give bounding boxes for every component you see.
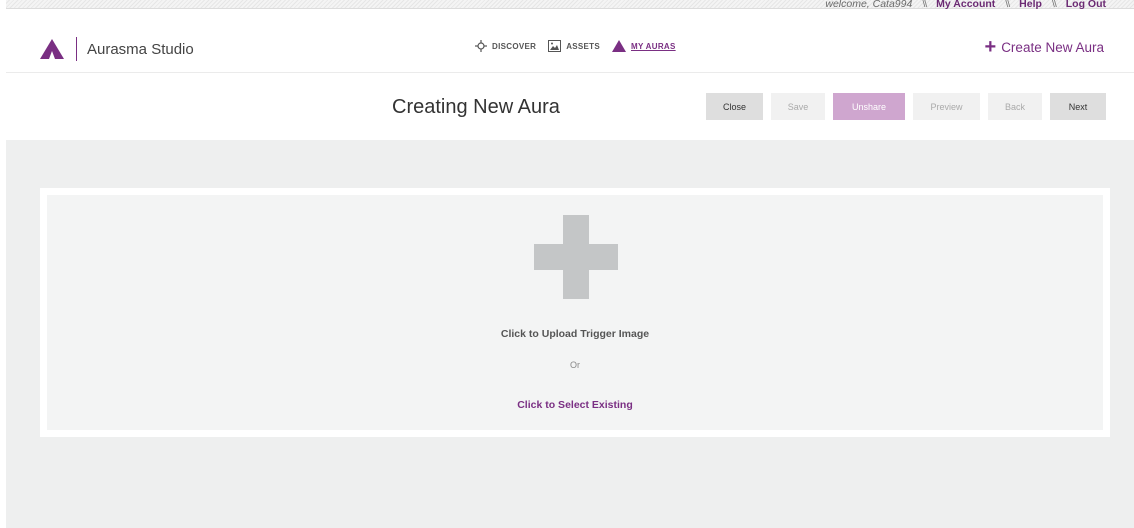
main-nav: DISCOVER ASSETS MY AURAS	[475, 40, 676, 52]
unshare-button[interactable]: Unshare	[833, 93, 905, 120]
brand-name: Aurasma Studio	[87, 40, 194, 58]
nav-assets-label: ASSETS	[566, 41, 600, 51]
logout-link[interactable]: Log Out	[1066, 0, 1106, 10]
plus-icon: +	[984, 36, 997, 58]
close-button[interactable]: Close	[706, 93, 763, 120]
welcome-text: welcome, Cata994	[825, 0, 913, 10]
image-icon	[548, 40, 562, 52]
brand-divider	[76, 37, 77, 61]
upload-frame: Click to Upload Trigger Image Or Click t…	[40, 188, 1110, 437]
page-title: Creating New Aura	[392, 96, 560, 118]
utility-links: welcome, Cata994 \\ My Account \\ Help \…	[825, 0, 1106, 10]
aurasma-logo-icon	[40, 39, 64, 59]
separator: \\	[1051, 0, 1057, 10]
preview-button[interactable]: Preview	[913, 93, 980, 120]
content-area: Click to Upload Trigger Image Or Click t…	[6, 140, 1134, 528]
crosshair-icon	[475, 40, 487, 52]
separator: \\	[922, 0, 927, 10]
plus-icon[interactable]	[534, 215, 618, 299]
top-utility-bar: welcome, Cata994 \\ My Account \\ Help \…	[6, 0, 1134, 10]
nav-my-auras[interactable]: MY AURAS	[612, 40, 676, 52]
separator: \\	[1005, 0, 1010, 10]
create-new-aura-label: Create New Aura	[1001, 39, 1104, 55]
create-new-aura-button[interactable]: + Create New Aura	[984, 36, 1105, 58]
my-account-link[interactable]: My Account	[936, 0, 995, 10]
main-header: Aurasma Studio DISCOVER ASSETS MY AURAS …	[6, 28, 1134, 73]
nav-assets[interactable]: ASSETS	[548, 40, 600, 52]
action-buttons: Close Save Unshare Preview Back Next	[706, 93, 1106, 120]
title-bar: Creating New Aura Close Save Unshare Pre…	[6, 74, 1134, 140]
nav-discover-label: DISCOVER	[492, 41, 537, 51]
brand[interactable]: Aurasma Studio	[40, 37, 194, 61]
trigger-upload-area[interactable]: Click to Upload Trigger Image Or Click t…	[47, 195, 1103, 430]
select-existing-link[interactable]: Click to Select Existing	[47, 399, 1103, 411]
or-label: Or	[570, 360, 580, 370]
back-button[interactable]: Back	[988, 93, 1042, 120]
help-link[interactable]: Help	[1019, 0, 1042, 10]
save-button[interactable]: Save	[771, 93, 825, 120]
next-button[interactable]: Next	[1050, 93, 1106, 120]
upload-trigger-image-link[interactable]: Click to Upload Trigger Image	[47, 328, 1103, 340]
nav-discover[interactable]: DISCOVER	[475, 40, 536, 52]
nav-my-auras-label: MY AURAS	[631, 41, 676, 51]
aurasma-logo-icon	[612, 40, 626, 52]
